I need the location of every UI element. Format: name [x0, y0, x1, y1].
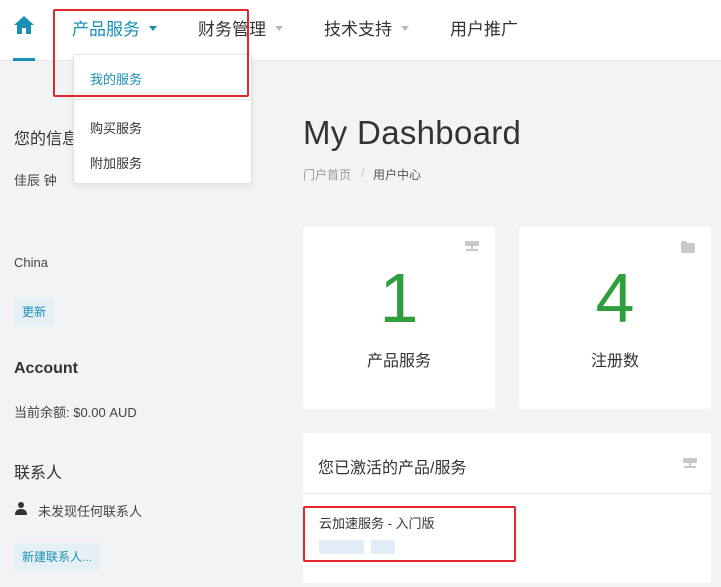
active-services-panel: 您已激活的产品/服务 云加速服务 - 入门版 — [303, 433, 711, 583]
redacted-domain — [319, 540, 364, 554]
nav-item-billing[interactable]: 财务管理 — [198, 15, 283, 40]
stat-value: 4 — [595, 259, 635, 337]
nav-item-affiliates[interactable]: 用户推广 — [450, 15, 518, 40]
nav-item-label: 用户推广 — [450, 20, 518, 39]
products-dropdown-menu: 我的服务 购买服务 附加服务 — [73, 54, 252, 184]
dropdown-item-buy-services[interactable]: 购买服务 — [90, 118, 142, 137]
nav-item-label: 技术支持 — [324, 20, 392, 39]
breadcrumb-separator: / — [361, 166, 365, 180]
caret-down-icon — [275, 26, 283, 32]
stat-label: 产品服务 — [366, 353, 431, 370]
breadcrumb-current: 用户中心 — [373, 168, 422, 182]
server-icon — [465, 241, 479, 251]
account-balance: 当前余额: $0.00 AUD — [14, 405, 137, 420]
caret-down-icon — [149, 26, 157, 32]
nav-item-label: 产品服务 — [72, 20, 140, 39]
person-icon — [15, 502, 27, 515]
no-contacts-text: 未发现任何联系人 — [38, 504, 143, 519]
stat-card-domains[interactable]: 4 注册数 — [519, 227, 711, 409]
user-name: 佳辰 钟 — [14, 173, 57, 188]
redacted-domain — [371, 540, 395, 554]
page-title: My Dashboard — [303, 114, 522, 151]
stat-label: 注册数 — [590, 353, 639, 370]
panel-title: 您已激活的产品/服务 — [318, 460, 467, 477]
stat-card-services[interactable]: 1 产品服务 — [303, 227, 495, 409]
contacts-heading: 联系人 — [14, 465, 63, 482]
caret-down-icon — [401, 26, 409, 32]
dropdown-divider — [74, 99, 251, 100]
home-icon[interactable] — [13, 14, 35, 36]
nav-item-label: 财务管理 — [198, 20, 266, 39]
dropdown-item-addons[interactable]: 附加服务 — [90, 153, 142, 172]
nav-item-support[interactable]: 技术支持 — [324, 15, 409, 40]
folder-icon — [681, 241, 695, 253]
your-info-heading: 您的信息 — [14, 131, 79, 148]
server-icon — [683, 458, 697, 468]
panel-divider — [303, 493, 711, 494]
dropdown-item-my-services[interactable]: 我的服务 — [90, 69, 142, 88]
service-item-name[interactable]: 云加速服务 - 入门版 — [319, 513, 435, 532]
account-heading: Account — [14, 360, 78, 377]
nav-item-products[interactable]: 产品服务 — [72, 15, 157, 40]
update-info-button[interactable]: 更新 — [14, 298, 55, 326]
breadcrumb-home-link[interactable]: 门户首页 — [303, 166, 351, 183]
user-country: China — [14, 255, 48, 270]
new-contact-button[interactable]: 新建联系人... — [14, 543, 101, 571]
top-navigation-bar: 产品服务 财务管理 技术支持 用户推广 — [0, 0, 721, 61]
home-active-indicator — [13, 58, 35, 61]
stat-value: 1 — [379, 259, 419, 337]
